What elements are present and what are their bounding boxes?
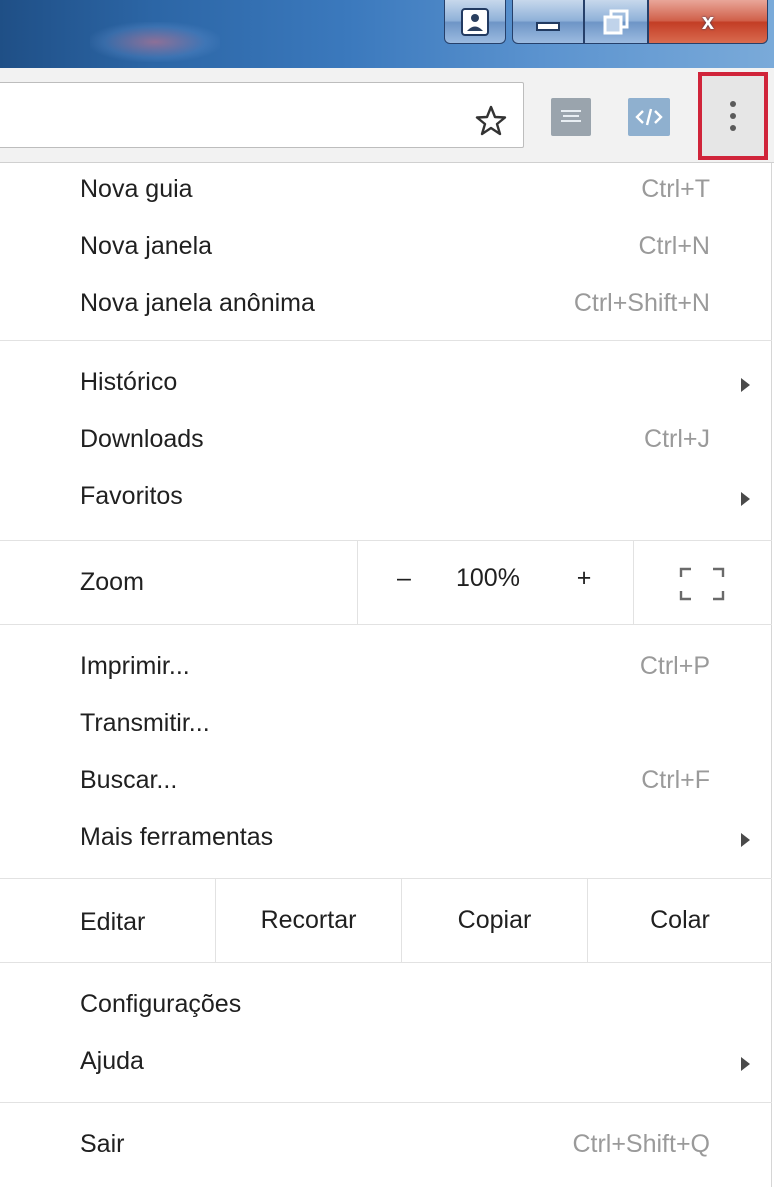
extension-icon[interactable] xyxy=(551,98,591,136)
menu-item-shortcut: Ctrl+Shift+N xyxy=(573,289,710,317)
menu-item-shortcut: Ctrl+Shift+Q xyxy=(572,1130,710,1158)
close-button[interactable]: x xyxy=(648,0,768,44)
menu-item-label: Imprimir... xyxy=(80,652,190,680)
zoom-in-button[interactable]: + xyxy=(572,564,596,593)
menu-separator xyxy=(0,1102,772,1103)
menu-item-history[interactable]: Histórico xyxy=(0,356,772,413)
zoom-label: Zoom xyxy=(80,568,144,596)
restore-icon xyxy=(603,9,629,34)
menu-item-label: Nova janela xyxy=(80,232,213,260)
menu-item-cast[interactable]: Transmitir... xyxy=(0,697,772,754)
close-icon: x xyxy=(701,8,715,34)
menu-item-more-tools[interactable]: Mais ferramentas xyxy=(0,811,772,868)
copy-label: Copiar xyxy=(457,905,532,934)
menu-item-label: Nova guia xyxy=(80,175,193,203)
copy-button[interactable]: Copiar xyxy=(402,878,587,962)
menu-separator xyxy=(0,624,772,625)
menu-separator xyxy=(0,962,772,963)
menu-item-bookmarks[interactable]: Favoritos xyxy=(0,470,772,527)
menu-item-label: Mais ferramentas xyxy=(80,823,274,851)
menu-item-label: Histórico xyxy=(80,368,178,396)
minimize-button[interactable] xyxy=(512,0,584,44)
window-titlebar: x xyxy=(0,0,774,68)
address-bar[interactable] xyxy=(0,82,524,148)
menu-item-help[interactable]: Ajuda xyxy=(0,1035,772,1092)
zoom-divider xyxy=(357,540,358,624)
submenu-arrow-icon xyxy=(741,492,750,506)
chrome-menu: Nova guia Ctrl+T Nova janela Ctrl+N Nova… xyxy=(0,163,772,1187)
menu-item-settings[interactable]: Configurações xyxy=(0,978,772,1035)
menu-item-label: Ajuda xyxy=(80,1047,144,1075)
menu-item-label: Favoritos xyxy=(80,482,183,510)
menu-item-label: Configurações xyxy=(80,990,242,1018)
chrome-menu-button[interactable] xyxy=(698,72,768,160)
zoom-level: 100% xyxy=(456,564,520,592)
menu-separator xyxy=(0,340,772,341)
browser-toolbar xyxy=(0,68,774,163)
code-brackets-icon xyxy=(635,108,663,126)
cut-label: Recortar xyxy=(260,905,357,934)
menu-item-exit[interactable]: Sair Ctrl+Shift+Q xyxy=(0,1118,772,1175)
submenu-arrow-icon xyxy=(741,378,750,392)
star-icon[interactable] xyxy=(474,104,508,138)
menu-item-find[interactable]: Buscar... Ctrl+F xyxy=(0,754,772,811)
cut-button[interactable]: Recortar xyxy=(216,878,401,962)
menu-item-label: Transmitir... xyxy=(80,709,210,737)
menu-item-label: Buscar... xyxy=(80,766,178,794)
menu-item-downloads[interactable]: Downloads Ctrl+J xyxy=(0,413,772,470)
menu-item-shortcut: Ctrl+J xyxy=(644,425,710,453)
menu-item-new-tab[interactable]: Nova guia Ctrl+T xyxy=(0,163,772,220)
submenu-arrow-icon xyxy=(741,833,750,847)
paste-label: Colar xyxy=(650,905,710,934)
user-icon xyxy=(461,7,489,36)
menu-item-shortcut: Ctrl+F xyxy=(641,766,710,794)
restore-button[interactable] xyxy=(584,0,648,44)
edit-row: Editar Recortar Copiar Colar xyxy=(0,878,772,962)
menu-item-shortcut: Ctrl+P xyxy=(639,652,710,680)
menu-item-label: Sair xyxy=(80,1130,125,1158)
edit-label: Editar xyxy=(80,908,146,936)
zoom-divider xyxy=(633,540,634,624)
menu-item-shortcut: Ctrl+T xyxy=(641,175,710,203)
menu-item-label: Nova janela anônima xyxy=(80,289,315,317)
extension-glyph-icon xyxy=(561,110,581,122)
zoom-row: Zoom – 100% + xyxy=(0,540,772,624)
menu-item-label: Downloads xyxy=(80,425,204,453)
submenu-arrow-icon xyxy=(741,1057,750,1071)
menu-item-new-incognito-window[interactable]: Nova janela anônima Ctrl+Shift+N xyxy=(0,277,772,334)
blurred-tab-region xyxy=(90,22,220,62)
fullscreen-icon[interactable] xyxy=(679,567,725,601)
code-icon[interactable] xyxy=(628,98,670,136)
zoom-out-button[interactable]: – xyxy=(392,564,416,593)
user-profile-button[interactable] xyxy=(444,0,506,44)
menu-item-new-window[interactable]: Nova janela Ctrl+N xyxy=(0,220,772,277)
paste-button[interactable]: Colar xyxy=(588,878,772,962)
minimize-icon xyxy=(536,21,560,31)
kebab-menu-icon xyxy=(730,101,736,131)
menu-item-print[interactable]: Imprimir... Ctrl+P xyxy=(0,640,772,697)
menu-item-shortcut: Ctrl+N xyxy=(638,232,710,260)
